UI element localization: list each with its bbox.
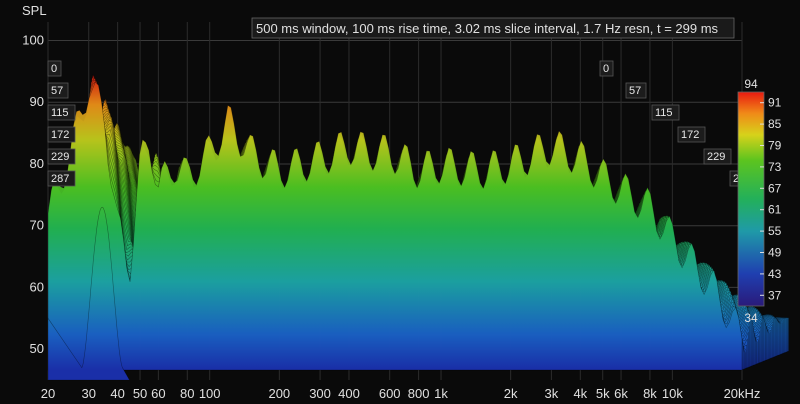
time-tick-label-left: 57 xyxy=(51,85,63,97)
waterfall-chart: SPL 100 90 80 70 60 50 20 30 40 50 60 80 100 200 300 400… xyxy=(0,0,800,404)
time-tick-label-left: 287 xyxy=(51,173,69,185)
y-tick-label: 90 xyxy=(30,94,44,109)
colorbar-tick-label: 67 xyxy=(768,181,782,195)
x-tick-label: 600 xyxy=(379,386,401,401)
x-tick-label: 3k xyxy=(545,386,559,401)
x-tick-label: 1k xyxy=(434,386,448,401)
time-tick-label-left: 229 xyxy=(51,151,69,163)
x-tick-label: 8k xyxy=(643,386,657,401)
y-axis-label: SPL xyxy=(22,3,47,18)
x-tick-label: 800 xyxy=(408,386,430,401)
x-tick-label: 30 xyxy=(82,386,96,401)
time-tick-label-right: 172 xyxy=(681,129,699,141)
x-tick-label: 200 xyxy=(268,386,290,401)
x-tick-label: 80 xyxy=(180,386,194,401)
time-tick-label-right: 229 xyxy=(707,151,725,163)
colorbar-tick-label: 79 xyxy=(768,139,782,153)
y-tick-label: 100 xyxy=(22,33,44,48)
header: 500 ms window, 100 ms rise time, 3.02 ms… xyxy=(251,17,735,39)
x-tick-label: 2k xyxy=(504,386,518,401)
x-tick-label: 6k xyxy=(614,386,628,401)
colorbar-tick-label: 49 xyxy=(768,246,782,260)
time-tick-label-left: 115 xyxy=(51,107,69,119)
annotation-text: 500 ms window, 100 ms rise time, 3.02 ms… xyxy=(256,21,719,36)
colorbar-tick-label: 55 xyxy=(768,224,782,238)
x-tick-label: 4k xyxy=(573,386,587,401)
time-tick-label-right: 0 xyxy=(603,63,609,75)
colorbar-tick-label: 91 xyxy=(768,96,782,110)
x-tick-label: 60 xyxy=(151,386,165,401)
x-tick-label: 20 xyxy=(41,386,55,401)
x-tick-label: 10k xyxy=(662,386,683,401)
colorbar-tick-label: 85 xyxy=(768,117,782,131)
time-tick-label-left: 172 xyxy=(51,129,69,141)
x-tick-label: 5k xyxy=(596,386,610,401)
x-tick-label: 400 xyxy=(338,386,360,401)
colorbar-tick-label: 61 xyxy=(768,203,782,217)
x-tick-label: 50 xyxy=(133,386,147,401)
colorbar-tick-label: 43 xyxy=(768,267,782,281)
y-tick-label: 60 xyxy=(30,279,44,294)
x-tick-label: 300 xyxy=(309,386,331,401)
y-tick-label: 50 xyxy=(30,341,44,356)
time-tick-label-left: 0 xyxy=(51,63,57,75)
colorbar-max-label: 94 xyxy=(744,77,758,91)
colorbar-min-label: 34 xyxy=(744,311,758,325)
y-tick-label: 80 xyxy=(30,156,44,171)
colorbar-tick-label: 73 xyxy=(768,160,782,174)
x-tick-label: 40 xyxy=(110,386,124,401)
colorbar-tick-label: 37 xyxy=(768,288,782,302)
y-tick-label: 70 xyxy=(30,218,44,233)
time-tick-label-right: 115 xyxy=(655,107,673,119)
x-tick-label: 20kHz xyxy=(724,386,761,401)
time-tick-label-right: 57 xyxy=(629,85,641,97)
x-tick-label: 100 xyxy=(199,386,221,401)
